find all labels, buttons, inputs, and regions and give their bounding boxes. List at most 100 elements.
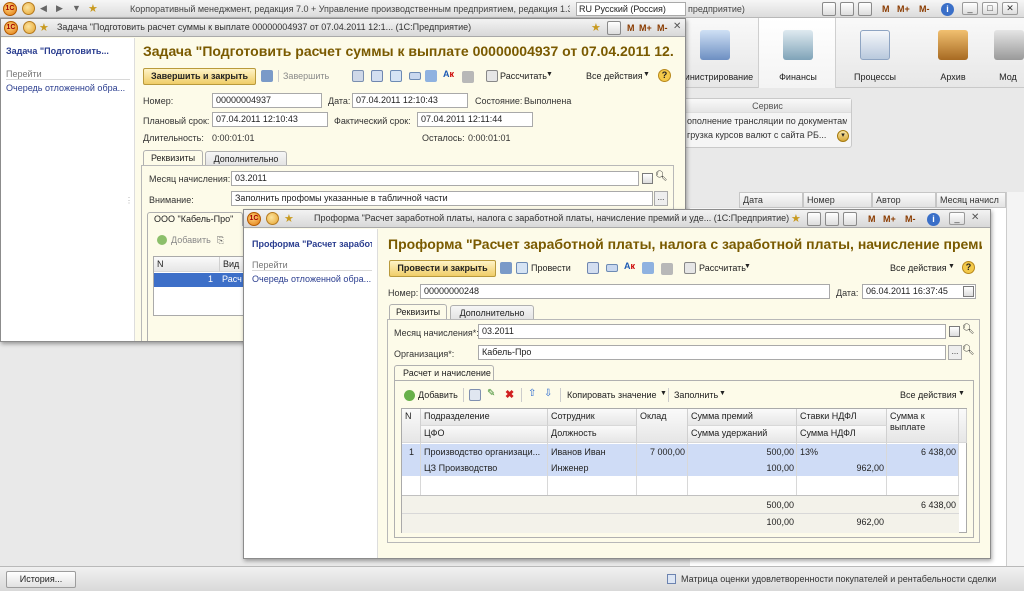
- proforma-tab-requisites[interactable]: Реквизиты: [389, 304, 447, 320]
- 1c-logo-icon[interactable]: 1С: [3, 2, 17, 16]
- section-processes[interactable]: Процессы: [836, 18, 914, 88]
- proforma-help-icon[interactable]: ?: [962, 261, 975, 274]
- proforma-nav-deferred-queue[interactable]: Очередь отложенной обра...: [252, 274, 376, 284]
- row-deductions[interactable]: 100,00: [688, 462, 797, 475]
- spelling-icon[interactable]: Aк: [443, 69, 454, 79]
- attention-field[interactable]: Заполнить профомы указанные в табличной …: [231, 191, 653, 206]
- task-splitter-handle[interactable]: ⋮: [125, 196, 133, 205]
- proforma-all-actions-dropdown[interactable]: Все действия: [890, 263, 954, 273]
- month-select-icon[interactable]: [642, 173, 653, 184]
- proforma-date-calendar-icon[interactable]: [963, 286, 974, 297]
- tab-requisites[interactable]: Реквизиты: [143, 150, 203, 166]
- info-icon[interactable]: i: [941, 3, 954, 16]
- calc-delete-icon[interactable]: ✖: [505, 388, 514, 401]
- status-text[interactable]: Матрица оценки удовлетворенности покупат…: [681, 574, 1017, 584]
- expand-down-icon[interactable]: ▾: [837, 130, 849, 142]
- proforma-save-icon[interactable]: [500, 262, 512, 274]
- proforma-number-field[interactable]: 00000000248: [420, 284, 830, 299]
- calculate-icon[interactable]: [486, 70, 498, 82]
- row-payout[interactable]: 6 438,00: [887, 446, 959, 459]
- service-item-broadcast[interactable]: ополнение трансляции по документам: [687, 116, 847, 126]
- row-salary[interactable]: 7 000,00: [637, 446, 688, 459]
- list-col-month[interactable]: Месяц начисл: [936, 192, 1006, 208]
- proforma-all-actions-arrow-icon[interactable]: ▼: [948, 263, 955, 270]
- minus-icon[interactable]: [409, 72, 421, 80]
- proforma-close-icon[interactable]: ✕: [971, 212, 979, 223]
- calc-copy-icon[interactable]: [469, 389, 481, 401]
- list-col-author[interactable]: Автор: [872, 192, 936, 208]
- copy-value-arrow-icon[interactable]: ▼: [660, 390, 667, 397]
- calc-edit-icon[interactable]: ✎: [487, 388, 495, 399]
- task-menu-icon[interactable]: [23, 21, 36, 34]
- proforma-calculate-arrow-icon[interactable]: ▼: [744, 263, 751, 270]
- proforma-calculate-icon[interactable]: [684, 262, 696, 274]
- history-dropdown-icon[interactable]: ▼: [72, 3, 81, 13]
- tab-additional[interactable]: Дополнительно: [205, 151, 287, 166]
- history-button[interactable]: История...: [6, 571, 76, 588]
- task-calc-icon[interactable]: [607, 21, 621, 35]
- proforma-minimize-button[interactable]: _: [949, 212, 965, 225]
- proforma-move-icon[interactable]: [642, 262, 654, 274]
- proforma-month-search-icon[interactable]: 🔍︎: [962, 324, 975, 335]
- row-employee[interactable]: Иванов Иван: [548, 446, 637, 459]
- print-icon[interactable]: [462, 71, 474, 83]
- copy-icon[interactable]: ⎘: [217, 235, 224, 246]
- task-nav-heading[interactable]: Задача "Подготовить...: [6, 46, 132, 56]
- proforma-favorite-icon[interactable]: ★: [791, 212, 801, 225]
- calculator-icon[interactable]: [840, 2, 854, 16]
- month-field[interactable]: 03.2011: [231, 171, 639, 186]
- finish-button[interactable]: Завершить: [283, 71, 343, 81]
- memory-mplus-button[interactable]: M+: [897, 4, 910, 14]
- proforma-tab-additional[interactable]: Дополнительно: [450, 305, 534, 320]
- service-item-currency[interactable]: грузка курсов валют с сайта РБ...: [687, 130, 837, 140]
- table-row[interactable]: 1 Производство организаци... ЦЗ Производ…: [402, 444, 959, 476]
- proforma-date-field[interactable]: 06.04.2011 16:37:45: [862, 284, 976, 299]
- proforma-spelling-icon[interactable]: Aк: [624, 261, 635, 271]
- calc-tab[interactable]: Расчет и начисление: [394, 365, 494, 380]
- post-close-button[interactable]: Провести и закрыть: [389, 260, 496, 277]
- proforma-org-choose-button[interactable]: ...: [948, 345, 962, 360]
- task-1c-logo-icon[interactable]: 1С: [4, 21, 18, 35]
- section-finance[interactable]: Финансы: [758, 18, 836, 88]
- proforma-info-icon[interactable]: i: [927, 213, 940, 226]
- row-cfo[interactable]: ЦЗ Производство: [421, 462, 548, 475]
- back-arrow-icon[interactable]: ◀: [40, 3, 47, 14]
- calendar-icon[interactable]: [822, 2, 836, 16]
- calc-all-actions-arrow-icon[interactable]: ▼: [958, 390, 965, 397]
- language-indicator[interactable]: RU Русский (Россия): [576, 2, 686, 16]
- all-actions-arrow-icon[interactable]: ▼: [643, 71, 650, 78]
- proforma-mminus-button[interactable]: M-: [905, 214, 916, 224]
- list-col-number[interactable]: Номер: [803, 192, 872, 208]
- calc-move-up-icon[interactable]: ⇧: [528, 388, 536, 399]
- fill-arrow-icon[interactable]: ▼: [719, 390, 726, 397]
- task-mminus-button[interactable]: M-: [657, 23, 668, 33]
- document-icon[interactable]: [352, 70, 364, 82]
- minimize-button[interactable]: _: [962, 2, 978, 15]
- proforma-org-search-icon[interactable]: 🔍︎: [962, 345, 975, 356]
- task-nav-deferred-queue[interactable]: Очередь отложенной обра...: [6, 83, 132, 93]
- row-position[interactable]: Инженер: [548, 462, 637, 475]
- number-field[interactable]: 00000004937: [212, 93, 322, 108]
- month-search-icon[interactable]: 🔍︎: [655, 171, 668, 182]
- proforma-org-field[interactable]: Кабель-Про: [478, 345, 946, 360]
- calc-all-actions-dropdown[interactable]: Все действия: [900, 390, 964, 400]
- forward-arrow-icon[interactable]: ▶: [56, 3, 63, 14]
- memory-mminus-button[interactable]: M-: [919, 4, 930, 14]
- proforma-month-field[interactable]: 03.2011: [478, 324, 946, 339]
- proforma-minus-icon[interactable]: [606, 264, 618, 272]
- proforma-mplus-button[interactable]: M+: [883, 214, 896, 224]
- org-tab[interactable]: ООО "Кабель-Про": [147, 212, 243, 226]
- calc-add-icon[interactable]: [404, 390, 415, 401]
- task-grid-row[interactable]: 1 Расч: [154, 273, 244, 287]
- add-icon[interactable]: [157, 235, 167, 245]
- proforma-star-icon[interactable]: ★: [284, 212, 294, 225]
- row-ndfl-sum[interactable]: 962,00: [797, 462, 887, 475]
- task-favorite-icon[interactable]: ★: [591, 21, 601, 34]
- proforma-menu-icon[interactable]: [266, 212, 279, 225]
- task-star-icon[interactable]: ★: [39, 21, 49, 34]
- memory-m-button[interactable]: M: [882, 4, 890, 14]
- calc-move-down-icon[interactable]: ⇩: [544, 388, 552, 399]
- table-icon[interactable]: [858, 2, 872, 16]
- proforma-1c-logo-icon[interactable]: 1С: [247, 212, 261, 226]
- main-menu-icon[interactable]: [22, 2, 35, 15]
